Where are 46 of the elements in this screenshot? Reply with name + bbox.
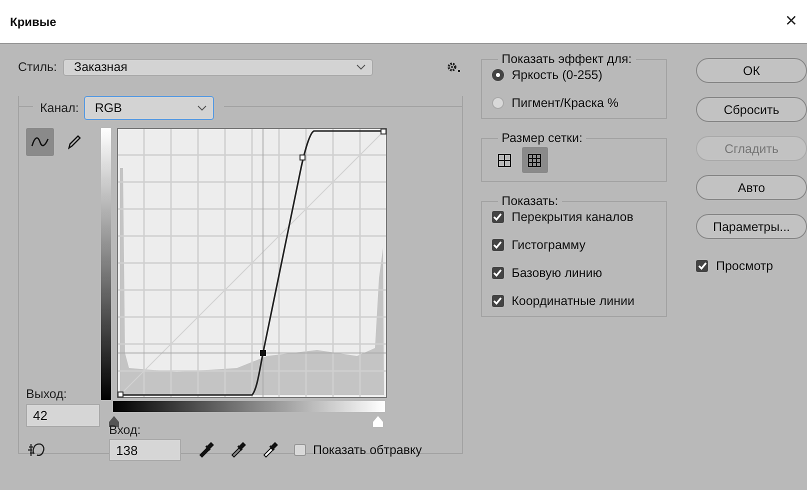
pencil-icon bbox=[67, 134, 81, 150]
preview-checkbox[interactable] bbox=[696, 260, 708, 272]
style-dropdown[interactable]: Заказная bbox=[63, 58, 374, 76]
checkbox[interactable] bbox=[492, 267, 504, 279]
show-group-title: Показать: bbox=[500, 194, 560, 208]
style-label: Стиль: bbox=[18, 60, 58, 74]
grid-icon bbox=[528, 154, 542, 166]
input-label: Вход: bbox=[109, 423, 142, 437]
dialog-button[interactable]: Сбросить bbox=[696, 97, 807, 122]
channel-label: Канал: bbox=[40, 101, 79, 115]
checkbox-label: Гистограмму bbox=[512, 238, 586, 252]
grid-size-title: Размер сетки: bbox=[500, 131, 584, 145]
output-field[interactable]: 42 bbox=[26, 404, 100, 427]
checkbox[interactable] bbox=[492, 211, 504, 223]
radio-button[interactable] bbox=[492, 69, 504, 81]
curve-graph[interactable] bbox=[117, 128, 387, 398]
radio-label: Пигмент/Краска % bbox=[512, 96, 619, 110]
detailed-grid-button[interactable] bbox=[522, 147, 548, 173]
wave-icon bbox=[31, 136, 49, 148]
dialog-button[interactable]: Авто bbox=[696, 175, 807, 200]
checkbox-label: Координатные линии bbox=[512, 294, 634, 308]
preview-label: Просмотр bbox=[716, 259, 774, 273]
curve-tool-button[interactable] bbox=[26, 128, 54, 156]
clipping-label: Показать обтравку bbox=[313, 443, 422, 457]
radio-button[interactable] bbox=[492, 97, 504, 109]
radio-label: Яркость (0-255) bbox=[512, 68, 602, 82]
input-field[interactable]: 138 bbox=[109, 439, 181, 461]
effect-group-title: Показать эффект для: bbox=[500, 52, 633, 66]
eyedropper-icon[interactable] bbox=[230, 440, 248, 458]
dialog-button[interactable]: ОК bbox=[696, 58, 807, 83]
eyedropper-icon[interactable] bbox=[198, 440, 216, 458]
close-button[interactable]: × bbox=[781, 10, 801, 33]
window-title: Кривые bbox=[10, 14, 56, 28]
clipping-checkbox[interactable] bbox=[294, 444, 306, 456]
chevron-icon bbox=[356, 64, 366, 70]
checkbox[interactable] bbox=[492, 239, 504, 251]
grid-icon bbox=[498, 154, 512, 166]
channel-dropdown[interactable]: RGB bbox=[84, 96, 214, 120]
checkbox[interactable] bbox=[492, 295, 504, 307]
checkbox-label: Базовую линию bbox=[512, 266, 602, 280]
eyedropper-icon[interactable] bbox=[262, 440, 280, 458]
chevron-icon bbox=[196, 105, 207, 111]
checkbox-label: Перекрытия каналов bbox=[512, 210, 634, 224]
dialog-button[interactable]: Параметры... bbox=[696, 214, 807, 239]
output-label: Выход: bbox=[26, 387, 68, 401]
settings-icon[interactable] bbox=[447, 61, 462, 73]
